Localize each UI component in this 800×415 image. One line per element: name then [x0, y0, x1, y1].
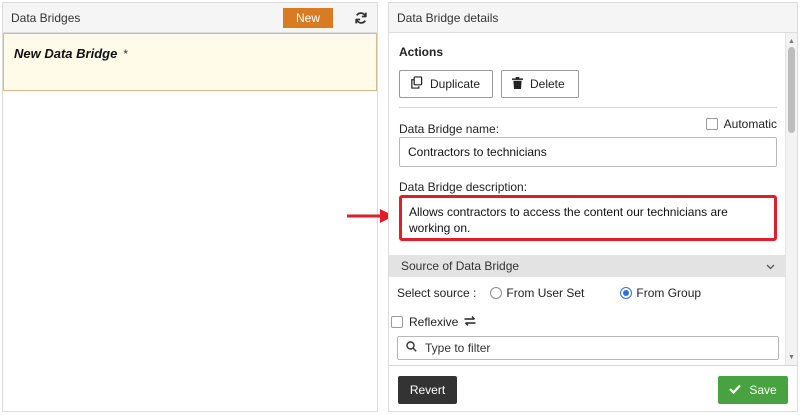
scroll-down-icon[interactable]: ▼ — [786, 351, 797, 363]
source-section-header[interactable]: Source of Data Bridge — [389, 255, 787, 277]
data-bridges-panel: Data Bridges New New Data Bridge * — [2, 2, 378, 412]
list-item[interactable]: New Data Bridge * — [3, 33, 377, 91]
bridge-description-input[interactable]: Allows contractors to access the content… — [399, 195, 777, 241]
bridge-description-label: Data Bridge description: — [399, 180, 528, 194]
delete-label: Delete — [530, 77, 565, 91]
chevron-down-icon — [766, 259, 775, 273]
details-header: Data Bridge details — [389, 3, 797, 33]
divider — [399, 107, 777, 108]
check-icon — [729, 383, 742, 397]
reflexive-checkbox[interactable]: Reflexive — [391, 315, 476, 329]
trash-icon — [512, 76, 523, 92]
filter-placeholder: Type to filter — [425, 341, 491, 355]
reflexive-label: Reflexive — [409, 315, 459, 329]
radio-from-group-circle[interactable] — [620, 287, 633, 299]
source-select-row: Select source : From User Set From Group — [397, 286, 701, 300]
duplicate-button[interactable]: Duplicate — [399, 70, 493, 98]
radio-from-group[interactable]: From Group — [620, 286, 701, 300]
details-scroll-area: Actions Duplicate Delete Data Bridge nam… — [389, 33, 787, 365]
automatic-checkbox[interactable]: Automatic — [705, 117, 777, 131]
radio-from-group-label: From Group — [636, 286, 702, 300]
reflexive-checkbox-box[interactable] — [391, 316, 403, 328]
filter-input[interactable]: Type to filter — [397, 336, 779, 360]
select-source-label: Select source : — [397, 286, 477, 300]
panel-title: Data Bridges — [11, 10, 81, 25]
radio-from-user-set[interactable]: From User Set — [490, 286, 584, 300]
bridge-item-name: New Data Bridge — [14, 46, 118, 61]
scroll-up-icon[interactable]: ▲ — [786, 35, 797, 47]
search-icon — [406, 341, 417, 355]
unsaved-marker: * — [123, 47, 128, 61]
bridge-name-input[interactable]: Contractors to technicians — [399, 137, 777, 167]
actions-heading: Actions — [399, 45, 444, 59]
data-bridges-header: Data Bridges New — [3, 3, 377, 33]
details-title: Data Bridge details — [397, 10, 499, 25]
radio-from-user-set-label: From User Set — [506, 286, 585, 300]
refresh-icon[interactable] — [353, 10, 369, 26]
details-footer: Revert Save — [389, 365, 797, 411]
duplicate-label: Duplicate — [430, 77, 481, 91]
automatic-checkbox-box[interactable] — [705, 118, 718, 130]
automatic-label: Automatic — [723, 117, 777, 131]
save-button[interactable]: Save — [718, 376, 788, 404]
duplicate-icon — [410, 76, 423, 92]
new-button[interactable]: New — [283, 7, 333, 28]
bridge-name-label: Data Bridge name: — [399, 122, 500, 136]
data-bridge-details-panel: Data Bridge details Actions Duplicate De… — [388, 2, 798, 412]
source-section-title: Source of Data Bridge — [401, 259, 520, 273]
scroll-thumb[interactable] — [788, 47, 795, 133]
save-label: Save — [749, 383, 777, 397]
revert-button[interactable]: Revert — [398, 376, 457, 404]
swap-arrows-icon — [464, 315, 476, 329]
header-actions: New — [283, 7, 369, 28]
details-scrollbar[interactable]: ▲ ▼ — [785, 33, 797, 365]
radio-from-user-set-circle[interactable] — [490, 287, 503, 299]
delete-button[interactable]: Delete — [501, 70, 579, 98]
